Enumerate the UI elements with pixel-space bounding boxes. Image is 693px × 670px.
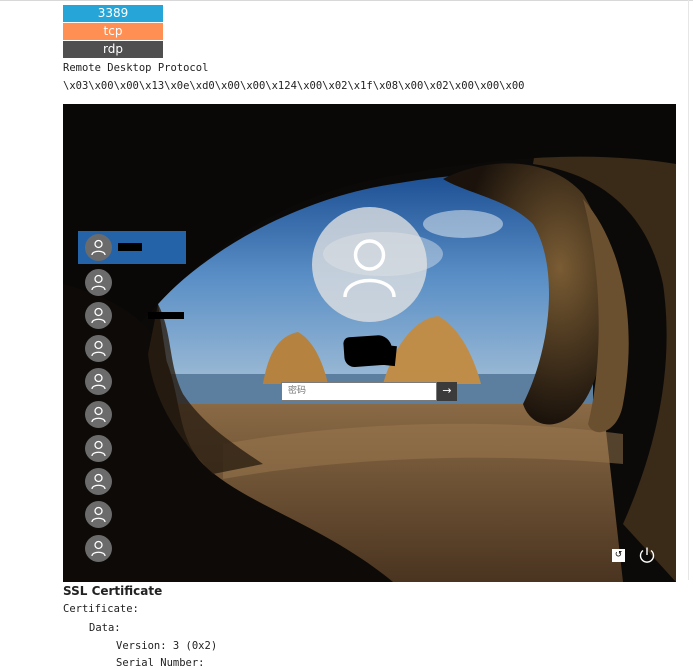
password-input[interactable]: 密码 bbox=[281, 382, 437, 401]
ease-of-access-icon[interactable]: ↺ bbox=[612, 549, 625, 562]
user-icon bbox=[91, 307, 106, 324]
user-avatar bbox=[85, 335, 112, 362]
user-icon bbox=[91, 274, 106, 291]
power-icon[interactable] bbox=[638, 546, 656, 564]
redacted-username bbox=[148, 312, 184, 319]
user-tile[interactable] bbox=[78, 299, 186, 332]
user-tile[interactable] bbox=[78, 432, 186, 465]
user-icon bbox=[343, 239, 396, 298]
user-avatar bbox=[85, 468, 112, 495]
user-avatar bbox=[85, 368, 112, 395]
service-name: Remote Desktop Protocol bbox=[63, 62, 209, 74]
service-badge: rdp bbox=[63, 41, 163, 58]
ssl-certificate-heading: SSL Certificate bbox=[63, 584, 163, 598]
user-avatar bbox=[85, 269, 112, 296]
user-avatar bbox=[85, 401, 112, 428]
redacted-username bbox=[118, 243, 142, 251]
user-icon bbox=[91, 473, 106, 490]
user-tile[interactable] bbox=[78, 266, 186, 299]
top-divider bbox=[0, 0, 693, 1]
cert-line: Serial Number: bbox=[116, 657, 205, 669]
user-icon bbox=[91, 239, 106, 256]
user-avatar bbox=[85, 234, 112, 261]
user-avatar bbox=[85, 501, 112, 528]
user-icon bbox=[91, 340, 106, 357]
user-tile[interactable] bbox=[78, 398, 186, 431]
submit-arrow-button[interactable]: → bbox=[437, 382, 457, 401]
service-banner: \x03\x00\x00\x13\x0e\xd0\x00\x00\x124\x0… bbox=[63, 80, 525, 92]
port-badge[interactable]: 3389 bbox=[63, 5, 163, 22]
user-tile[interactable] bbox=[78, 365, 186, 398]
rdp-screenshot[interactable]: 密码 → ↺ bbox=[63, 104, 676, 582]
user-tile-selected[interactable] bbox=[78, 231, 186, 264]
redacted-display-name-part bbox=[353, 341, 397, 367]
user-tile[interactable] bbox=[78, 498, 186, 531]
user-icon bbox=[91, 540, 106, 557]
user-icon bbox=[91, 373, 106, 390]
cert-line: Version: 3 (0x2) bbox=[116, 640, 218, 652]
right-divider bbox=[688, 0, 689, 580]
user-tile[interactable] bbox=[78, 532, 186, 565]
cert-line: Data: bbox=[89, 622, 121, 634]
selected-user-avatar bbox=[312, 207, 427, 322]
user-avatar bbox=[85, 435, 112, 462]
user-icon bbox=[91, 406, 106, 423]
user-icon bbox=[91, 440, 106, 457]
user-tile[interactable] bbox=[78, 332, 186, 365]
user-avatar bbox=[85, 535, 112, 562]
user-avatar bbox=[85, 302, 112, 329]
transport-badge: tcp bbox=[63, 23, 163, 40]
cert-line: Certificate: bbox=[63, 603, 139, 615]
user-tile[interactable] bbox=[78, 465, 186, 498]
user-icon bbox=[91, 506, 106, 523]
